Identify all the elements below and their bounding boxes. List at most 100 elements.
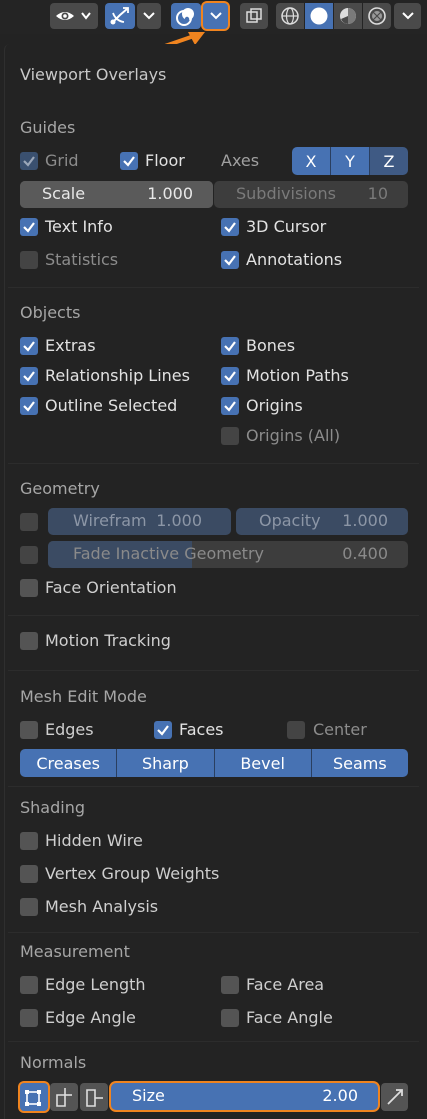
split-normals-button[interactable] (50, 1083, 78, 1111)
wireframe-label: Wirefram (73, 511, 147, 530)
hidden-wire-checkbox[interactable] (20, 832, 38, 850)
checkmark-icon (23, 156, 35, 167)
checkmark-icon (123, 156, 135, 167)
origins-all-label: Origins (All) (246, 426, 341, 445)
seams-toggle[interactable]: Seams (311, 749, 408, 777)
axes-label: Axes (221, 151, 260, 170)
sharp-toggle[interactable]: Sharp (117, 749, 215, 777)
shading-material-button[interactable] (334, 3, 362, 29)
chevron-down-icon (401, 12, 414, 20)
edges-label: Edges (45, 720, 94, 739)
outline-selected-checkbox[interactable] (20, 397, 38, 415)
subdivisions-field[interactable]: Subdivisions 10 (214, 181, 408, 208)
edge-length-checkbox[interactable] (20, 976, 38, 994)
checkmark-icon (224, 401, 236, 412)
scale-field[interactable]: Scale 1.000 (20, 181, 213, 208)
wireframe-value: 1.000 (156, 511, 202, 530)
hidden-wire-label: Hidden Wire (45, 831, 143, 850)
face-normal-icon (86, 1089, 103, 1107)
edge-length-label: Edge Length (45, 975, 146, 994)
constant-screen-size-button[interactable] (381, 1083, 408, 1111)
subdivisions-label: Subdivisions (236, 184, 337, 203)
statistics-checkbox[interactable] (20, 251, 38, 269)
motion-tracking-checkbox[interactable] (20, 632, 38, 650)
mesh-analysis-checkbox[interactable] (20, 898, 38, 916)
geometry-header: Geometry (20, 479, 100, 498)
outline-selected-label: Outline Selected (45, 396, 178, 415)
normals-header: Normals (20, 1053, 87, 1072)
mesh-edit-toggles: Creases Sharp Bevel Seams (20, 749, 408, 777)
creases-toggle[interactable]: Creases (20, 749, 118, 777)
face-orientation-checkbox[interactable] (20, 579, 38, 597)
chevron-down-icon (143, 12, 155, 20)
text-info-label: Text Info (45, 217, 113, 236)
origins-checkbox[interactable] (221, 397, 239, 415)
scale-value: 1.000 (147, 184, 193, 203)
extras-checkbox[interactable] (20, 337, 38, 355)
wireframe-sphere-icon (281, 7, 299, 25)
axis-y-toggle[interactable]: Y (331, 147, 370, 175)
split-normal-icon (56, 1088, 72, 1107)
opacity-field[interactable]: Opacity 1.000 (236, 508, 408, 535)
checkmark-icon (23, 401, 35, 412)
grid-checkbox[interactable] (20, 152, 38, 170)
vertex-group-weights-checkbox[interactable] (20, 865, 38, 883)
vertex-normals-button[interactable] (20, 1083, 48, 1111)
floor-checkbox[interactable] (120, 152, 138, 170)
xray-toggle[interactable] (240, 3, 268, 29)
axis-x-toggle[interactable]: X (292, 147, 331, 175)
overlays-toggle[interactable] (171, 3, 201, 29)
scale-label: Scale (42, 184, 86, 203)
shading-wireframe-button[interactable] (276, 3, 304, 29)
fade-inactive-checkbox[interactable] (20, 546, 38, 564)
axes-toggle-group: X Y Z (292, 147, 408, 175)
checkmark-icon (224, 255, 236, 266)
overlays-dropdown[interactable] (203, 3, 228, 29)
motion-paths-checkbox[interactable] (221, 367, 239, 385)
divider (8, 1041, 419, 1042)
faces-label: Faces (179, 720, 224, 739)
relationship-lines-checkbox[interactable] (20, 367, 38, 385)
face-area-checkbox[interactable] (221, 976, 239, 994)
center-checkbox[interactable] (287, 721, 305, 739)
shading-header: Shading (20, 798, 85, 817)
wireframe-field[interactable]: Wirefram 1.000 (48, 508, 231, 535)
edges-checkbox[interactable] (20, 721, 38, 739)
3d-cursor-checkbox[interactable] (221, 218, 239, 236)
checkmark-icon (23, 371, 35, 382)
divider (8, 287, 419, 288)
shading-solid-button[interactable] (305, 3, 333, 29)
shading-dropdown[interactable] (394, 3, 421, 29)
overlays-icon (176, 8, 194, 26)
normals-size-field[interactable]: Size 2.00 (111, 1083, 378, 1110)
bones-label: Bones (246, 336, 296, 355)
faces-checkbox[interactable] (154, 721, 172, 739)
gizmo-icon (110, 7, 129, 25)
measurement-header: Measurement (20, 942, 130, 961)
bevel-toggle[interactable]: Bevel (214, 749, 312, 777)
fade-value: 0.400 (342, 544, 388, 563)
visibility-dropdown[interactable] (50, 3, 98, 29)
axis-z-toggle[interactable]: Z (370, 147, 408, 175)
origins-all-checkbox[interactable] (221, 427, 239, 445)
fade-inactive-geometry-slider[interactable]: Fade Inactive Geometry 0.400 (48, 541, 408, 568)
panel-title: Viewport Overlays (20, 65, 167, 84)
text-info-checkbox[interactable] (20, 218, 38, 236)
shading-rendered-button[interactable] (363, 3, 391, 29)
opacity-value: 1.000 (342, 511, 388, 530)
checkmark-icon (224, 341, 236, 352)
diagonal-arrow-icon (386, 1089, 403, 1105)
bones-checkbox[interactable] (221, 337, 239, 355)
gizmo-toggle[interactable] (105, 3, 135, 29)
face-angle-checkbox[interactable] (221, 1009, 239, 1027)
face-normals-button[interactable] (80, 1083, 108, 1111)
opacity-label: Opacity (259, 511, 321, 530)
edge-angle-checkbox[interactable] (20, 1009, 38, 1027)
solid-sphere-icon (310, 7, 328, 25)
annotations-checkbox[interactable] (221, 251, 239, 269)
gizmo-dropdown[interactable] (137, 3, 161, 29)
wireframe-checkbox[interactable] (20, 513, 38, 531)
motion-tracking-label: Motion Tracking (45, 631, 171, 650)
relationship-lines-label: Relationship Lines (45, 366, 190, 385)
fade-label: Fade Inactive Geometry (73, 544, 264, 563)
